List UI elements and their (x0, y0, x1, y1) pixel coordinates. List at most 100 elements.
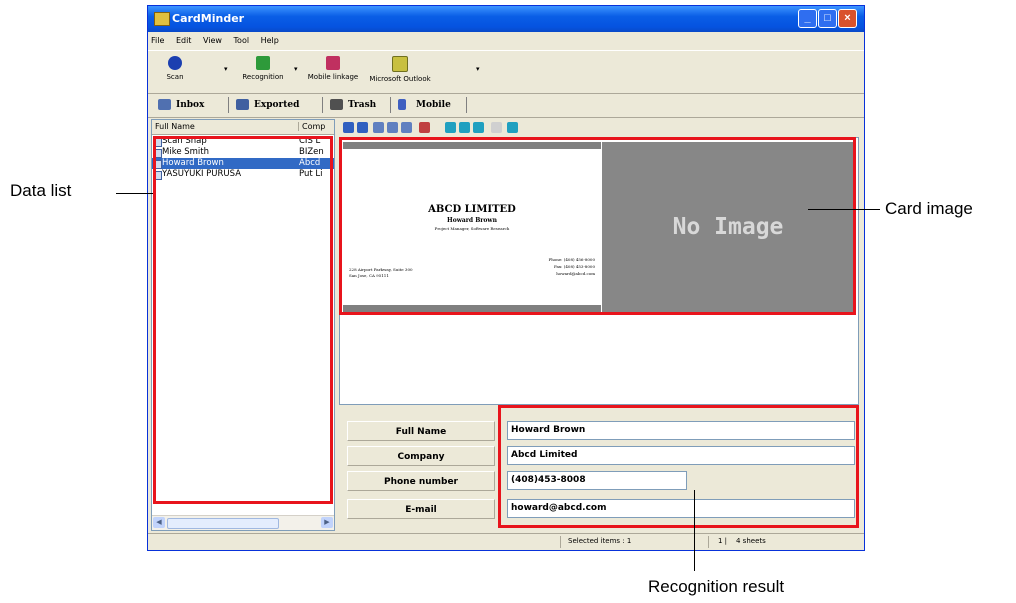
full-name-field[interactable]: Howard Brown (507, 421, 855, 440)
card-icon (153, 138, 162, 147)
tab-separator (390, 97, 391, 113)
status-page: 1 | (718, 537, 728, 545)
card-email: howard@abcd.com (556, 271, 595, 276)
card-image-callout: Card image (885, 199, 973, 218)
image-toolbar (339, 119, 859, 137)
mobile-linkage-button[interactable]: Mobile linkage (302, 53, 364, 81)
menu-view[interactable]: View (203, 33, 222, 49)
list-item-name: Scan Snap (162, 136, 207, 146)
field-label-full-name[interactable]: Full Name (347, 421, 495, 441)
front-side-icon[interactable] (445, 122, 456, 133)
horizontal-scrollbar[interactable]: ◀ ▶ (152, 515, 334, 530)
app-icon (154, 12, 170, 26)
tab-trash[interactable]: Trash (328, 96, 376, 114)
scroll-thumb[interactable] (167, 518, 279, 529)
close-button[interactable]: × (838, 9, 857, 28)
scan-label: Scan (166, 73, 184, 81)
minimize-button[interactable]: _ (798, 9, 817, 28)
tab-exported[interactable]: Exported (234, 96, 299, 114)
rotate-right-icon[interactable] (357, 122, 368, 133)
data-list-callout: Data list (10, 181, 72, 200)
card-title: Project Manager, Software Research (434, 226, 510, 231)
tab-separator (322, 97, 323, 113)
mobile-icon (398, 99, 406, 110)
list-item-name: Mike Smith (162, 147, 210, 157)
card-image-viewer: ABCD LIMITED Howard Brown Project Manage… (339, 137, 859, 405)
field-label-company[interactable]: Company (347, 446, 495, 466)
toolbar: Scan ▾ Recognition ▾ Mobile linkage Micr… (148, 50, 864, 94)
card-company: ABCD LIMITED (428, 204, 516, 215)
status-sheets: 4 sheets (736, 537, 766, 545)
card-fax: Fax: (408) 453-8000 (554, 264, 595, 269)
list-header: Full Name Comp (152, 120, 334, 135)
list-item-name: YASUYUKI PURUSA (162, 169, 242, 179)
card-icon (153, 160, 162, 169)
status-separator (560, 536, 561, 548)
outlook-dropdown-icon[interactable]: ▾ (476, 65, 480, 73)
cardminder-window: CardMinder _ □ × File Edit View Tool Hel… (147, 5, 865, 551)
recognize-area-icon[interactable] (507, 122, 518, 133)
disabled-tool-icon (491, 122, 502, 133)
card-phone: Phone: (408) 456-8000 (548, 257, 595, 262)
mobile-linkage-icon (326, 56, 340, 70)
scroll-left-icon[interactable]: ◀ (153, 517, 165, 528)
data-list-leader-line (116, 193, 153, 194)
zoom-out-icon[interactable] (401, 122, 412, 133)
company-field[interactable]: Abcd Limited (507, 446, 855, 465)
field-label-email[interactable]: E-mail (347, 499, 495, 519)
swap-sides-icon[interactable] (473, 122, 484, 133)
tab-inbox[interactable]: Inbox (156, 96, 204, 114)
fit-icon[interactable] (373, 122, 384, 133)
list-item-company: Put Li (299, 169, 323, 179)
list-item-name: Howard Brown (162, 158, 224, 168)
select-area-icon[interactable] (419, 122, 430, 133)
recognition-result-callout: Recognition result (648, 577, 785, 596)
phone-number-field[interactable]: (408)453-8008 (507, 471, 687, 490)
field-label-phone[interactable]: Phone number (347, 471, 495, 491)
card-image-leader-line (808, 209, 880, 210)
tab-exported-label: Exported (254, 100, 300, 110)
tab-separator (466, 97, 467, 113)
column-header-name[interactable]: Full Name (155, 122, 195, 131)
recognition-result-leader-line (694, 490, 695, 571)
recognition-fields: Full Name Howard Brown Company Abcd Limi… (339, 407, 859, 529)
zoom-in-icon[interactable] (387, 122, 398, 133)
menu-tool[interactable]: Tool (234, 33, 250, 49)
scan-dropdown-icon[interactable]: ▾ (224, 65, 228, 73)
tab-separator (228, 97, 229, 113)
exported-icon (236, 99, 249, 110)
menu-file[interactable]: File (151, 33, 164, 49)
tab-mobile[interactable]: Mobile (396, 96, 451, 114)
no-image-placeholder: No Image (602, 142, 854, 312)
menu-edit[interactable]: Edit (176, 33, 192, 49)
tab-inbox-label: Inbox (176, 100, 205, 110)
column-header-company[interactable]: Comp (298, 122, 325, 131)
menu-help[interactable]: Help (261, 33, 279, 49)
card-name: Howard Brown (447, 217, 497, 224)
scroll-right-icon[interactable]: ▶ (321, 517, 333, 528)
folder-tabs: Inbox Exported Trash Mobile (148, 93, 864, 118)
scan-button[interactable]: Scan (158, 53, 192, 81)
inbox-icon (158, 99, 171, 110)
card-icon (153, 171, 162, 180)
list-item[interactable]: Mike Smith BIZen (152, 147, 334, 158)
recognition-label: Recognition (242, 73, 284, 81)
recognition-dropdown-icon[interactable]: ▾ (294, 65, 298, 73)
email-field[interactable]: howard@abcd.com (507, 499, 855, 518)
list-item[interactable]: YASUYUKI PURUSA Put Li (152, 169, 334, 180)
rotate-left-icon[interactable] (343, 122, 354, 133)
card-address-line1: 228 Airport Parkway, Suite 300 (349, 267, 413, 272)
list-item[interactable]: Scan Snap CIS L (152, 136, 334, 147)
list-item-company: CIS L (299, 136, 321, 146)
maximize-button[interactable]: □ (818, 9, 837, 28)
status-selected-items: Selected items : 1 (568, 537, 632, 545)
list-item-company: Abcd (299, 158, 321, 168)
back-side-icon[interactable] (459, 122, 470, 133)
list-item-selected[interactable]: Howard Brown Abcd (152, 158, 334, 169)
tab-mobile-label: Mobile (416, 100, 451, 110)
outlook-button[interactable]: Microsoft Outlook (366, 53, 434, 83)
data-list: Full Name Comp Scan Snap CIS L Mike Smit… (151, 119, 335, 531)
trash-icon (330, 99, 343, 110)
recognition-button[interactable]: Recognition (236, 53, 290, 81)
mobile-linkage-label: Mobile linkage (307, 73, 359, 81)
